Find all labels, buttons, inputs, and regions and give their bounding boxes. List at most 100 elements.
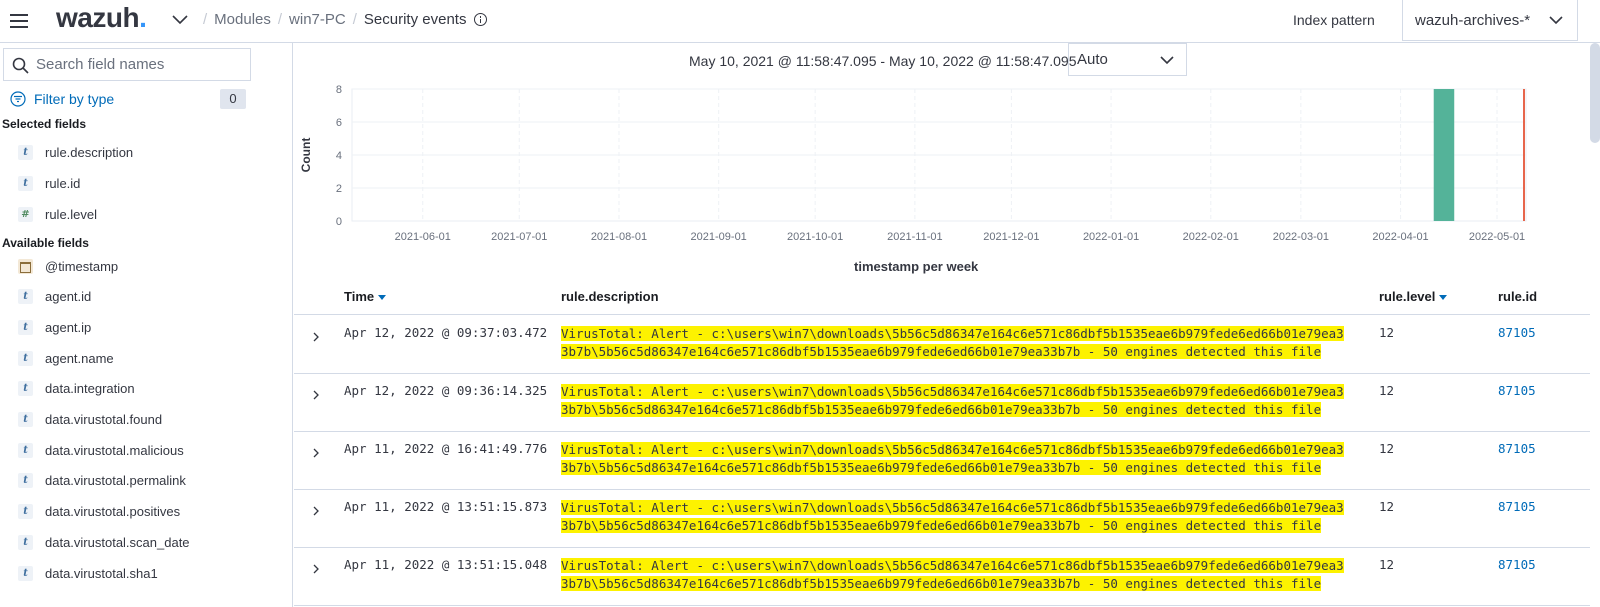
breadcrumb-separator: / [277,11,283,28]
cell-rule-id-link[interactable]: 87105 [1498,499,1536,514]
cell-rule-id-link[interactable]: 87105 [1498,325,1536,340]
column-header-time[interactable]: Time [344,289,387,304]
field-name: rule.id [45,175,81,191]
cell-rule-id-link[interactable]: 87105 [1498,557,1536,572]
filter-by-type-label: Filter by type [34,91,115,107]
x-tick-label: 2022-05-01 [1469,231,1525,243]
search-placeholder: Search field names [36,56,165,73]
histogram-chart: 0 2 4 6 8 2021-06-01 2021-07-01 2021-08-01 2021-… [299,84,1527,243]
x-tick-label: 2021-08-01 [591,231,647,243]
string-type-icon: t [18,289,33,305]
string-type-icon: t [18,473,33,489]
chevron-down-icon [1160,56,1174,65]
breadcrumb: / Modules / win7-PC / Security events [196,11,488,28]
x-tick-label: 2022-04-01 [1372,231,1428,243]
selected-fields-heading: Selected fields [2,117,87,131]
y-tick-label: 0 [336,216,342,228]
filter-count-badge: 0 [220,89,246,109]
scrollbar[interactable] [1590,43,1600,143]
cell-description: VirusTotal: Alert - c:\users\win7\downlo… [561,383,1346,419]
calendar-icon [18,258,33,274]
string-type-icon: t [18,442,33,458]
column-header-description[interactable]: rule.description [561,289,659,304]
chevron-right-icon[interactable] [309,330,323,344]
column-label: rule.id [1498,289,1538,304]
field-item[interactable]: t data.virustotal.permalink [18,470,186,492]
column-label: rule.level [1379,289,1436,304]
y-tick-label: 2 [336,183,342,195]
field-item[interactable]: t rule.description [18,141,133,163]
column-label: rule.description [561,289,659,304]
wazuh-logo[interactable]: wazuh. [56,2,147,34]
x-tick-label: 2021-07-01 [491,231,547,243]
y-tick-label: 6 [336,117,342,129]
string-type-icon: t [18,175,33,191]
column-header-id[interactable]: rule.id [1498,289,1537,304]
number-type-icon: # [18,206,33,222]
highlighted-text: VirusTotal: Alert - c:\users\win7\downlo… [561,384,1344,417]
info-icon[interactable] [474,13,488,26]
x-tick-label: 2021-06-01 [395,231,451,243]
field-item[interactable]: t agent.ip [18,316,91,338]
y-axis-label: Count [299,138,313,173]
field-item[interactable]: t data.virustotal.scan_date [18,531,190,553]
field-item[interactable]: t data.virustotal.sha1 [18,562,158,584]
cell-level: 12 [1379,325,1395,340]
cell-time: Apr 12, 2022 @ 09:36:14.325 [344,383,548,398]
string-type-icon: t [18,350,33,366]
cell-description: VirusTotal: Alert - c:\users\win7\downlo… [561,325,1346,361]
field-name: data.integration [45,381,135,397]
breadcrumb-agent[interactable]: win7-PC [289,11,346,28]
field-name: @timestamp [45,258,119,274]
filter-by-type-button[interactable]: Filter by type 0 [10,88,246,110]
menu-icon[interactable] [6,8,32,34]
column-header-level[interactable]: rule.level [1379,289,1448,304]
field-item[interactable]: t data.virustotal.malicious [18,439,184,461]
date-range[interactable]: May 10, 2021 @ 11:58:47.095 - May 10, 20… [689,53,1077,69]
cell-description: VirusTotal: Alert - c:\users\win7\downlo… [561,441,1346,477]
table-row: Apr 11, 2022 @ 13:51:15.873 VirusTotal: A… [294,490,1590,548]
chevron-right-icon[interactable] [309,504,323,518]
bar [1433,89,1455,221]
x-tick-label: 2022-03-01 [1273,231,1329,243]
chevron-right-icon[interactable] [309,562,323,576]
top-bar: wazuh. / Modules / win7-PC / Security ev… [0,0,1600,43]
field-name: rule.description [45,144,134,160]
chevron-right-icon[interactable] [309,446,323,460]
breadcrumb-separator: / [352,11,357,28]
field-name: data.virustotal.scan_date [45,534,190,550]
cell-rule-id-link[interactable]: 87105 [1498,383,1536,398]
cell-time: Apr 11, 2022 @ 13:51:15.873 [344,499,548,514]
string-type-icon: t [18,144,33,160]
sort-down-icon[interactable] [1439,295,1448,301]
x-tick-label: 2021-10-01 [787,231,843,243]
cell-rule-id-link[interactable]: 87105 [1498,441,1536,456]
search-field-names-input[interactable]: Search field names [3,48,251,81]
field-name: data.virustotal.found [45,412,163,427]
field-item[interactable]: t data.integration [18,378,135,400]
breadcrumb-modules[interactable]: Modules [214,11,271,28]
field-item[interactable]: # rule.level [18,203,97,225]
field-item[interactable]: t data.virustotal.found [18,409,162,431]
index-pattern-select[interactable]: wazuh-archives-* [1402,0,1578,41]
interval-select[interactable]: Auto [1068,43,1187,76]
field-item[interactable]: t rule.id [18,172,80,194]
chart-x-axis-label: timestamp per week [854,259,979,274]
sort-down-icon[interactable] [378,295,387,301]
x-tick-label: 2022-02-01 [1183,231,1239,243]
index-pattern-label: Index pattern [1293,12,1375,28]
field-item[interactable]: @timestamp [18,255,118,277]
cell-description: VirusTotal: Alert - c:\users\win7\downlo… [561,499,1346,535]
field-item[interactable]: t agent.name [18,347,114,369]
field-item[interactable]: t data.virustotal.positives [18,501,180,523]
field-name: agent.id [45,289,92,305]
column-label: Time [344,289,375,304]
cell-description: VirusTotal: Alert - c:\users\win7\downlo… [561,557,1346,593]
chevron-down-icon[interactable] [170,10,190,30]
string-type-icon: t [18,565,33,581]
index-pattern-value: wazuh-archives-* [1415,11,1531,29]
field-name: data.virustotal.positives [45,504,181,520]
main-panel: May 10, 2021 @ 11:58:47.095 - May 10, 20… [294,43,1590,607]
field-item[interactable]: t agent.id [18,286,91,308]
chevron-right-icon[interactable] [309,388,323,402]
